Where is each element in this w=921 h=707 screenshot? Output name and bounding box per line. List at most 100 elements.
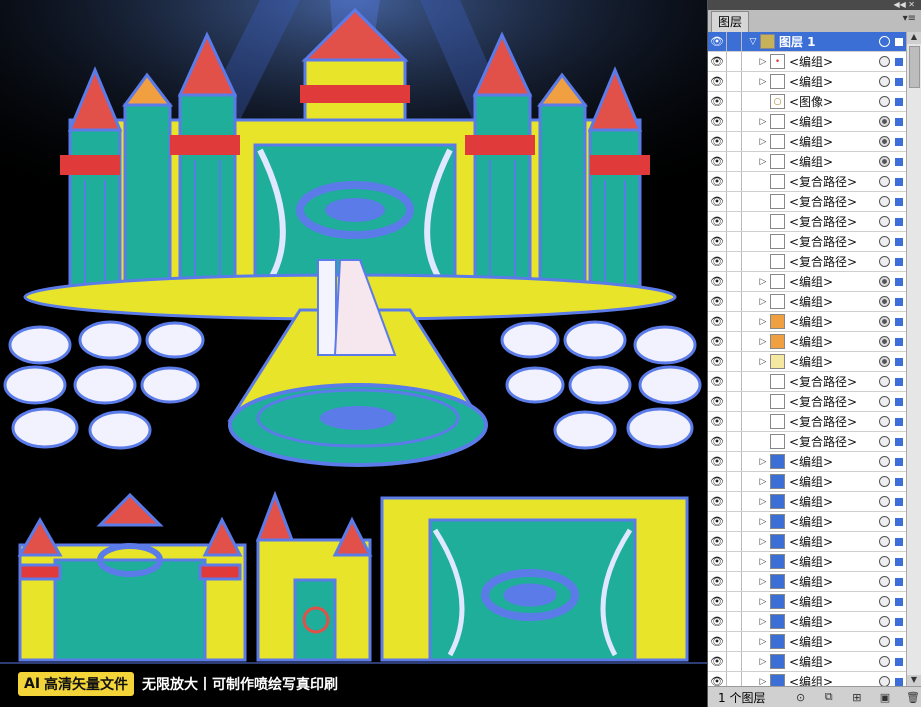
layer-row[interactable]: 👁 ▷ <编组> [708,672,907,687]
target-circle-icon[interactable] [879,336,890,347]
target-circle-icon[interactable] [879,556,890,567]
expand-triangle-icon[interactable]: ▷ [756,137,770,147]
target-circle-icon[interactable] [879,156,890,167]
layer-row[interactable]: 👁 <复合路径> [708,172,907,192]
target-circle-icon[interactable] [879,296,890,307]
lock-toggle[interactable] [727,272,742,291]
layer-row[interactable]: 👁 ▷ <编组> [708,332,907,352]
visibility-eye-icon[interactable]: 👁 [708,312,727,331]
lock-toggle[interactable] [727,452,742,471]
layer-row[interactable]: 👁 ▷ <编组> [708,632,907,652]
expand-triangle-icon[interactable]: ▷ [756,477,770,487]
visibility-eye-icon[interactable]: 👁 [708,452,727,471]
layer-row[interactable]: 👁 ▷ <编组> [708,532,907,552]
lock-toggle[interactable] [727,492,742,511]
target-circle-icon[interactable] [879,456,890,467]
lock-toggle[interactable] [727,212,742,231]
visibility-eye-icon[interactable]: 👁 [708,672,727,687]
layer-row[interactable]: 👁 ▷ <编组> [708,452,907,472]
visibility-eye-icon[interactable]: 👁 [708,92,727,111]
expand-triangle-icon[interactable]: ▷ [756,457,770,467]
layer-row[interactable]: 👁 <复合路径> [708,392,907,412]
target-circle-icon[interactable] [879,376,890,387]
expand-triangle-icon[interactable]: ▷ [756,677,770,687]
lock-toggle[interactable] [727,152,742,171]
lock-toggle[interactable] [727,432,742,451]
target-circle-icon[interactable] [879,56,890,67]
target-circle-icon[interactable] [879,116,890,127]
layer-row[interactable]: 👁 ▷ <编组> [708,572,907,592]
expand-triangle-icon[interactable]: ▷ [756,657,770,667]
layer-scrollbar[interactable]: ▲ ▼ [906,32,921,687]
target-circle-icon[interactable] [879,36,890,47]
layer-row[interactable]: 👁 <复合路径> [708,192,907,212]
visibility-eye-icon[interactable]: 👁 [708,32,727,51]
layer-row[interactable]: 👁 ▷ <编组> [708,492,907,512]
target-circle-icon[interactable] [879,256,890,267]
trash-icon[interactable]: 🗑 [905,691,921,704]
visibility-eye-icon[interactable]: 👁 [708,592,727,611]
lock-toggle[interactable] [727,372,742,391]
target-circle-icon[interactable] [879,396,890,407]
layer-row[interactable]: 👁 ▷ <编组> [708,272,907,292]
visibility-eye-icon[interactable]: 👁 [708,192,727,211]
lock-toggle[interactable] [727,52,742,71]
lock-toggle[interactable] [727,612,742,631]
lock-toggle[interactable] [727,172,742,191]
scroll-thumb[interactable] [909,46,920,88]
lock-toggle[interactable] [727,352,742,371]
target-circle-icon[interactable] [879,276,890,287]
visibility-eye-icon[interactable]: 👁 [708,112,727,131]
lock-toggle[interactable] [727,312,742,331]
visibility-eye-icon[interactable]: 👁 [708,332,727,351]
layer-row[interactable]: 👁 <复合路径> [708,412,907,432]
target-circle-icon[interactable] [879,656,890,667]
target-circle-icon[interactable] [879,316,890,327]
expand-triangle-icon[interactable]: ▷ [756,617,770,627]
layer-row[interactable]: 👁 <复合路径> [708,212,907,232]
target-circle-icon[interactable] [879,536,890,547]
expand-triangle-icon[interactable]: ▷ [756,57,770,67]
expand-triangle-icon[interactable]: ▷ [756,597,770,607]
layer-row[interactable]: 👁 <复合路径> [708,372,907,392]
target-circle-icon[interactable] [879,356,890,367]
lock-toggle[interactable] [727,552,742,571]
locate-object-icon[interactable]: ⊙ [793,691,809,704]
layer-row[interactable]: 👁 ▷ <编组> [708,472,907,492]
collapse-arrows-icon[interactable]: ◀◀ ✕ [893,0,915,10]
visibility-eye-icon[interactable]: 👁 [708,252,727,271]
panel-collapse-strip[interactable]: ◀◀ ✕ [708,0,921,10]
expand-triangle-icon[interactable]: ▷ [756,117,770,127]
lock-toggle[interactable] [727,232,742,251]
lock-toggle[interactable] [727,292,742,311]
lock-toggle[interactable] [727,92,742,111]
visibility-eye-icon[interactable]: 👁 [708,632,727,651]
layer-row-top[interactable]: 👁 ▽ 图层 1 [708,32,907,52]
layer-row[interactable]: 👁 ▷ • <编组> [708,52,907,72]
lock-toggle[interactable] [727,532,742,551]
lock-toggle[interactable] [727,572,742,591]
new-sublayer-icon[interactable]: ⊞ [849,691,865,704]
lock-toggle[interactable] [727,72,742,91]
target-circle-icon[interactable] [879,616,890,627]
target-circle-icon[interactable] [879,576,890,587]
expand-triangle-icon[interactable]: ▷ [756,637,770,647]
expand-triangle-icon[interactable]: ▷ [756,317,770,327]
layer-row[interactable]: 👁 ▷ <编组> [708,592,907,612]
expand-triangle-icon[interactable]: ▷ [756,517,770,527]
expand-triangle-icon[interactable]: ▷ [756,357,770,367]
layer-row[interactable]: 👁 ▷ <编组> [708,72,907,92]
layer-row[interactable]: 👁 <复合路径> [708,252,907,272]
target-circle-icon[interactable] [879,136,890,147]
tab-layers[interactable]: 图层 [711,11,750,32]
target-circle-icon[interactable] [879,496,890,507]
target-circle-icon[interactable] [879,76,890,87]
expand-triangle-icon[interactable]: ▷ [756,497,770,507]
lock-toggle[interactable] [727,112,742,131]
target-circle-icon[interactable] [879,476,890,487]
scroll-up-icon[interactable]: ▲ [907,32,921,44]
target-circle-icon[interactable] [879,196,890,207]
visibility-eye-icon[interactable]: 👁 [708,472,727,491]
lock-toggle[interactable] [727,252,742,271]
visibility-eye-icon[interactable]: 👁 [708,492,727,511]
